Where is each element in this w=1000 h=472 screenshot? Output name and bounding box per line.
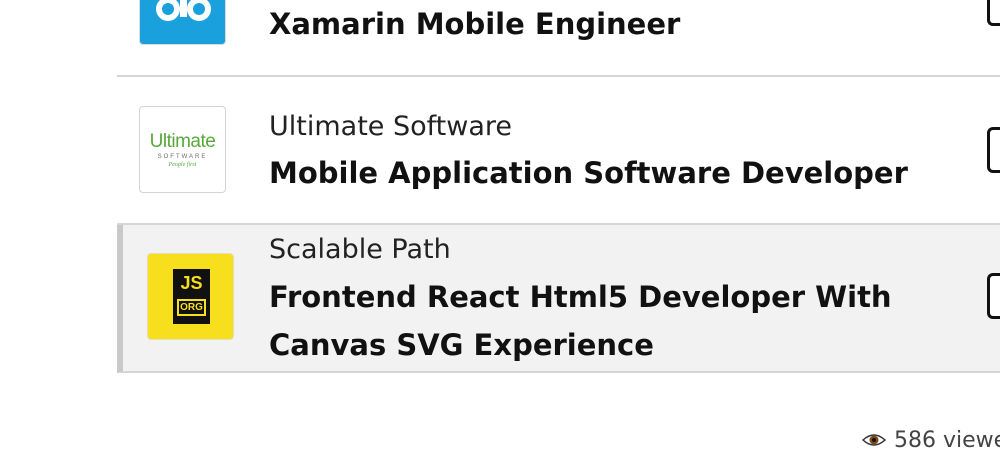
job-title[interactable]: Frontend React Html5 Developer With Canv… [269,273,909,369]
logo-text: Ultimate [149,131,216,152]
views-counter: 586 viewe [862,428,1000,453]
job-title[interactable]: Mobile Application Software Developer [269,149,909,197]
views-count: 586 viewe [894,428,1000,453]
company-logo [139,0,226,45]
logo-org-box: ORG [177,299,206,316]
logo-subtext: ORG [180,302,203,313]
company-logo: Ultimate SOFTWARE People first [139,106,226,193]
save-job-button[interactable] [987,0,1000,26]
job-title[interactable]: Xamarin Mobile Engineer [269,0,909,48]
save-job-button[interactable] [987,127,1000,173]
company-name: Ultimate Software [269,111,512,142]
job-listing-row[interactable]: Ultimate SOFTWARE People first Ultimate … [117,77,1000,225]
job-listing-row[interactable]: JS ORG Scalable Path Frontend React Html… [117,225,1000,373]
company-name: Scalable Path [269,234,451,265]
logo-tagline: People first [168,162,197,168]
job-listing-row[interactable]: Xamarin Mobile Engineer [117,0,1000,77]
js-logo-mark: JS ORG [173,269,210,324]
logo-subtext: SOFTWARE [157,154,208,160]
logo-text: JS [180,273,203,293]
company-logo-icon [156,0,211,21]
save-job-button[interactable] [987,273,1000,319]
eye-icon [862,434,886,446]
company-logo: JS ORG [147,253,234,340]
